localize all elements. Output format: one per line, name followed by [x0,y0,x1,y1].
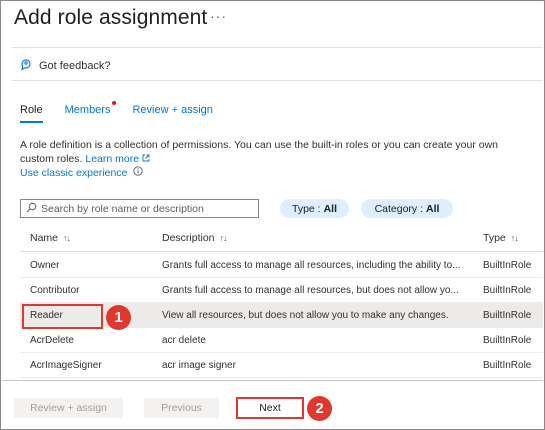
feedback-label: Got feedback? [39,60,111,72]
tab-bar: Role Members Review + assign [20,101,235,123]
column-header-description[interactable]: Description ↑↓ [162,232,228,244]
table-row[interactable]: AcrImageSigner acr image signer BuiltInR… [20,353,543,378]
reader-highlight-box [22,304,103,329]
role-description: Grants full access to manage all resourc… [162,285,459,296]
column-header-type[interactable]: Type ↑↓ [483,232,519,244]
role-name: AcrDelete [30,335,74,346]
role-name: Contributor [30,285,80,296]
table-row[interactable]: Owner Grants full access to manage all r… [20,253,543,278]
external-link-icon [142,154,150,162]
role-type: BuiltInRole [483,285,532,296]
table-row[interactable]: AcrDelete acr delete BuiltInRole [20,328,543,353]
search-input[interactable]: Search by role name or description [20,199,259,218]
role-description: acr delete [162,335,206,346]
role-type: BuiltInRole [483,310,532,321]
tab-role[interactable]: Role [20,104,43,123]
info-icon[interactable] [133,166,144,179]
more-options-icon[interactable]: ··· [210,8,227,24]
required-dot-icon [112,101,117,105]
review-assign-button[interactable]: Review + assign [14,398,123,418]
feedback-link[interactable]: Got feedback? [20,58,111,74]
table-header: Name ↑↓ Description ↑↓ Type ↑↓ [20,226,543,252]
role-name: AcrImageSigner [30,360,102,371]
tab-review-assign[interactable]: Review + assign [132,104,212,116]
role-description-text: A role definition is a collection of per… [20,138,525,166]
learn-more-link[interactable]: Learn more [85,153,150,165]
page-title: Add role assignment [14,6,208,29]
role-description: acr image signer [162,360,236,371]
role-name: Owner [30,260,60,271]
step-callout-2: 2 [307,396,332,421]
tab-members[interactable]: Members [64,101,117,116]
search-placeholder: Search by role name or description [41,202,204,215]
classic-experience-link[interactable]: Use classic experience [20,167,127,179]
role-description: Grants full access to manage all resourc… [162,260,461,271]
type-filter-pill[interactable]: Type : All [280,199,349,218]
role-type: BuiltInRole [483,360,532,371]
category-filter-pill[interactable]: Category : All [361,199,453,218]
role-type: BuiltInRole [483,260,532,271]
sort-icon: ↑↓ [219,233,228,243]
table-row[interactable]: Contributor Grants full access to manage… [20,278,543,303]
role-description: View all resources, but does not allow y… [162,310,449,321]
tab-members-label: Members [64,104,111,116]
sort-icon: ↑↓ [63,233,71,243]
previous-button[interactable]: Previous [144,398,219,418]
divider [12,80,543,81]
role-type: BuiltInRole [483,335,532,346]
step-callout-1: 1 [106,305,131,330]
next-button[interactable]: Next [236,397,304,419]
search-icon [26,202,37,216]
feedback-icon [20,58,33,74]
divider [12,47,543,48]
footer-divider [2,380,543,381]
column-header-name[interactable]: Name ↑↓ [30,232,71,244]
sort-icon: ↑↓ [510,233,519,243]
classic-experience-row: Use classic experience [20,166,144,179]
